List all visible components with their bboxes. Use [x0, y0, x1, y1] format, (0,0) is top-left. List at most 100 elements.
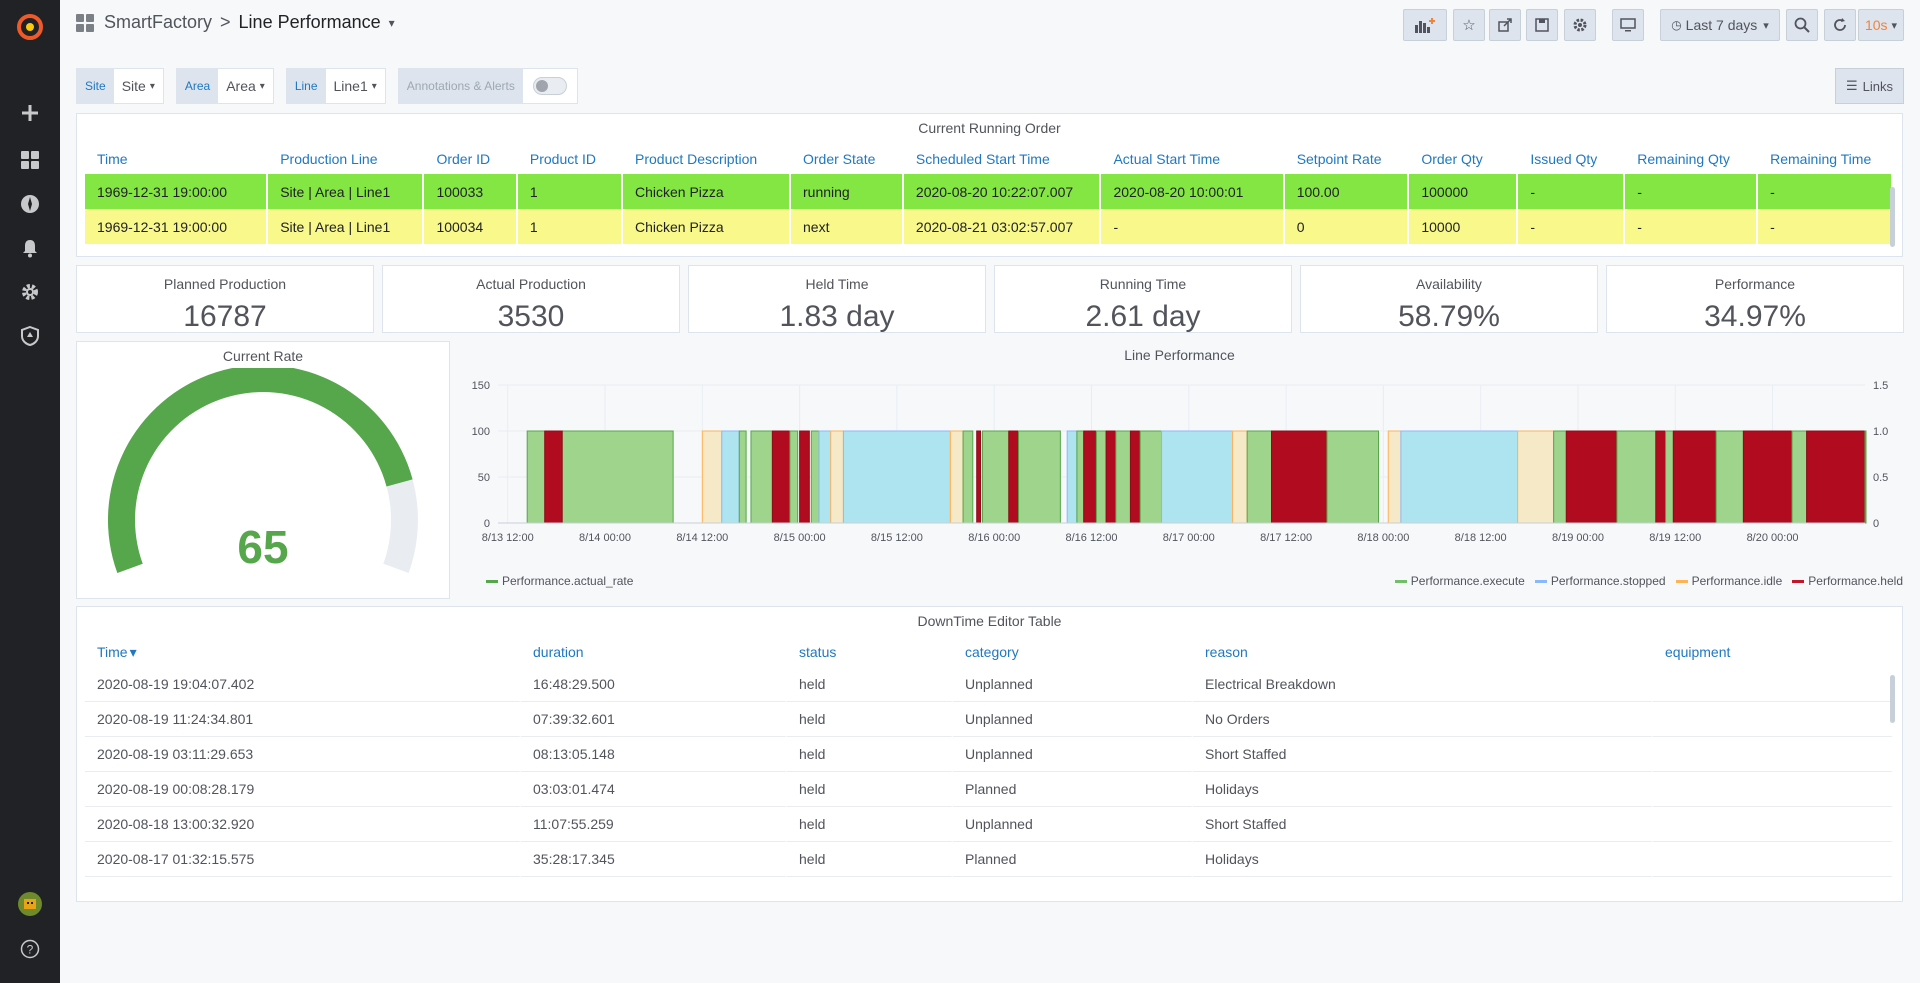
y-right-tick-label: 0.5: [1873, 472, 1888, 484]
y-left-tick-label: 150: [472, 380, 490, 392]
column-header[interactable]: category: [953, 637, 1193, 667]
column-header[interactable]: Time ▾: [85, 637, 521, 667]
x-tick-label: 8/17 00:00: [1163, 532, 1215, 544]
x-tick-label: 8/16 00:00: [968, 532, 1020, 544]
legend-item[interactable]: Performance.stopped: [1534, 574, 1666, 588]
panel-title[interactable]: Current Running Order: [77, 120, 1902, 136]
segment-idle: [1517, 430, 1555, 524]
add-panel-button[interactable]: [1403, 9, 1447, 41]
table-cell: [1653, 772, 1893, 807]
legend-item[interactable]: Performance.held: [1792, 574, 1903, 588]
column-header[interactable]: equipment: [1653, 637, 1893, 667]
column-header[interactable]: Order State: [791, 144, 904, 174]
line-performance-chart[interactable]: 0 0 50 0.5 100 1.0 150 1.5 8/13 12:00 8/14 00:00 8…: [456, 367, 1903, 597]
save-button[interactable]: [1526, 9, 1558, 41]
explore-compass-icon[interactable]: [0, 184, 60, 224]
alerting-bell-icon[interactable]: [0, 228, 60, 268]
table-cell: 35:28:17.345: [521, 842, 787, 877]
server-admin-shield-icon[interactable]: [0, 316, 60, 356]
variable-area-select[interactable]: Area ▾: [218, 69, 273, 103]
legend-label: Performance.idle: [1691, 574, 1783, 588]
stat-label[interactable]: Performance: [1607, 276, 1903, 292]
table-cell: held: [787, 807, 953, 842]
legend-item[interactable]: Performance.execute: [1394, 574, 1525, 588]
stat-label[interactable]: Availability: [1301, 276, 1597, 292]
variable-site-select[interactable]: Site ▾: [114, 69, 163, 103]
x-tick-label: 8/19 00:00: [1552, 532, 1604, 544]
variable-line-select[interactable]: Line1 ▾: [326, 69, 385, 103]
tv-mode-button[interactable]: [1612, 9, 1644, 41]
column-header[interactable]: Actual Start Time: [1101, 144, 1284, 174]
table-row[interactable]: 2020-08-19 19:04:07.402 16:48:29.500 held U…: [85, 667, 1893, 702]
stat-value: 34.97%: [1704, 300, 1806, 333]
table-cell: -: [1518, 174, 1626, 209]
variable-label: Area: [176, 69, 219, 103]
table-row[interactable]: 2020-08-19 03:11:29.653 08:13:05.148 held U…: [85, 737, 1893, 772]
legend-item[interactable]: Performance.actual_rate: [486, 574, 633, 588]
column-header[interactable]: reason: [1193, 637, 1653, 667]
column-header[interactable]: Product Description: [623, 144, 791, 174]
column-header[interactable]: Product ID: [518, 144, 623, 174]
column-header[interactable]: Remaining Time: [1758, 144, 1893, 174]
stat-label[interactable]: Actual Production: [383, 276, 679, 292]
panel-title[interactable]: DownTime Editor Table: [77, 613, 1902, 629]
table-cell: 1: [517, 209, 623, 244]
configuration-gear-icon[interactable]: [0, 272, 60, 312]
stat-value: 3530: [497, 300, 565, 333]
stat-label[interactable]: Held Time: [689, 276, 985, 292]
order-row: 1969-12-31 19:00:00 Site | Area | Line1 10…: [85, 174, 1893, 209]
share-button[interactable]: [1489, 9, 1521, 41]
column-header[interactable]: Issued Qty: [1518, 144, 1625, 174]
table-cell: Electrical Breakdown: [1193, 667, 1653, 702]
dashboard-links-button[interactable]: ☰ Links: [1834, 68, 1904, 104]
refresh-interval-picker[interactable]: 10s ▾: [1858, 9, 1904, 41]
dashboards-icon[interactable]: [0, 140, 60, 180]
column-header[interactable]: Setpoint Rate: [1285, 144, 1410, 174]
plus-icon[interactable]: [0, 93, 60, 133]
column-header[interactable]: duration: [521, 637, 787, 667]
table-row[interactable]: 2020-08-19 11:24:34.801 07:39:32.601 held U…: [85, 702, 1893, 737]
table-cell: Site | Area | Line1: [268, 209, 425, 244]
downtime-editor-table-panel: DownTime Editor Table Time ▾ duration statu…: [76, 606, 1903, 902]
column-header[interactable]: status: [787, 637, 953, 667]
table-row[interactable]: 2020-08-18 13:00:32.920 11:07:55.259 held U…: [85, 807, 1893, 842]
legend-label: Performance.stopped: [1550, 574, 1666, 588]
stat-label[interactable]: Planned Production: [77, 276, 373, 292]
legend-item[interactable]: Performance.idle: [1675, 574, 1783, 588]
caret-down-icon[interactable]: ▾: [389, 16, 395, 30]
column-header[interactable]: Production Line: [268, 144, 424, 174]
segment-execute: [1715, 430, 1744, 524]
table-row[interactable]: 2020-08-17 01:32:15.575 35:28:17.345 held P…: [85, 842, 1893, 877]
grafana-logo-icon[interactable]: [0, 6, 60, 48]
column-header[interactable]: Time: [85, 144, 268, 174]
help-icon[interactable]: ?: [0, 929, 60, 969]
table-scrollbar[interactable]: [1890, 675, 1895, 723]
dashboard-title[interactable]: Line Performance: [239, 12, 381, 33]
column-header[interactable]: Scheduled Start Time: [904, 144, 1102, 174]
top-navbar: SmartFactory > Line Performance ▾ ☆ ◷ La…: [60, 0, 1920, 54]
panel-title[interactable]: Line Performance: [456, 347, 1903, 363]
zoom-out-button[interactable]: [1786, 9, 1818, 41]
column-header[interactable]: Order ID: [424, 144, 517, 174]
panel-title[interactable]: Current Rate: [77, 348, 449, 364]
refresh-button[interactable]: [1824, 9, 1856, 41]
table-cell: 11:07:55.259: [521, 807, 787, 842]
stat-panel: Performance 34.97%: [1606, 265, 1904, 333]
stat-label[interactable]: Running Time: [995, 276, 1291, 292]
segment-stopped: [842, 430, 951, 524]
annotations-toggle[interactable]: [532, 77, 567, 95]
settings-button[interactable]: [1564, 9, 1596, 41]
save-icon: [1535, 18, 1549, 32]
zoom-out-icon: [1794, 17, 1810, 33]
table-row[interactable]: 2020-08-19 00:08:28.179 03:03:01.474 held P…: [85, 772, 1893, 807]
user-avatar[interactable]: [0, 884, 60, 924]
time-picker-button[interactable]: ◷ Last 7 days ▾: [1660, 9, 1780, 41]
column-header[interactable]: Order Qty: [1409, 144, 1518, 174]
column-header[interactable]: Remaining Qty: [1625, 144, 1758, 174]
star-button[interactable]: ☆: [1453, 9, 1485, 41]
variable-line: Line Line1 ▾: [285, 68, 386, 104]
segment-held: [1270, 430, 1328, 524]
breadcrumb-folder[interactable]: SmartFactory: [104, 12, 212, 33]
table-scrollbar[interactable]: [1890, 187, 1895, 247]
legend-swatch: [1675, 579, 1688, 583]
